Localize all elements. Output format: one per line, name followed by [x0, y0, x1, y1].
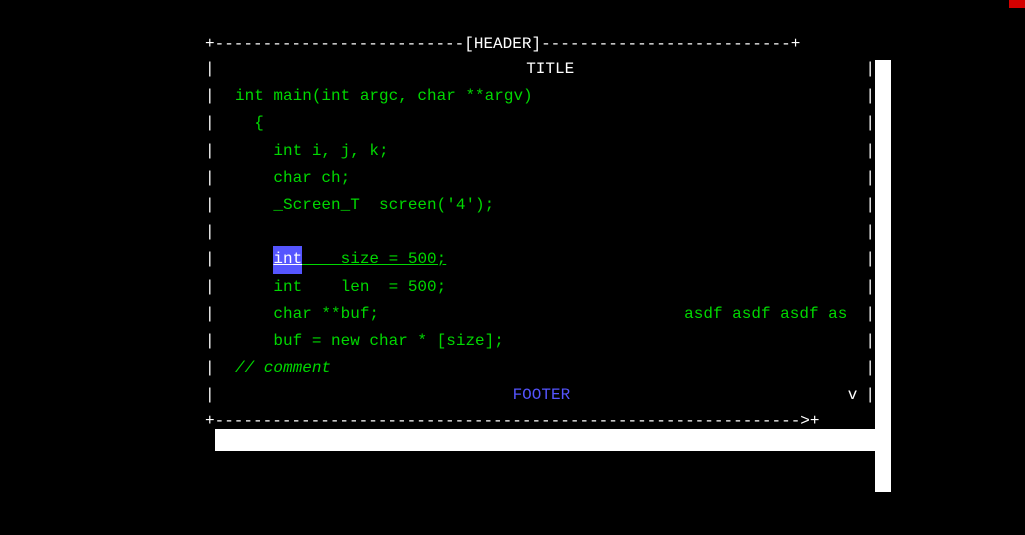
window-shadow-right [875, 60, 891, 492]
title-line: | TITLE | [205, 56, 875, 83]
red-status-indicator [1009, 0, 1025, 8]
terminal-window: +--------------------------[HEADER]-----… [205, 32, 875, 433]
code-line-7[interactable]: | int size = 500; | [205, 246, 875, 273]
code-line-6[interactable]: | | [205, 219, 875, 246]
code-line-11[interactable]: | // comment | [205, 355, 875, 382]
scroll-down-indicator[interactable]: v [848, 382, 866, 409]
footer-line: | FOOTER v | [205, 382, 875, 409]
code-line-5[interactable]: | _Screen_T screen('4'); | [205, 192, 875, 219]
window-footer: FOOTER [235, 382, 848, 409]
code-line-1[interactable]: | int main(int argc, char **argv) | [205, 83, 875, 110]
code-line-9[interactable]: | char **buf;asdf asdf asdf as | [205, 301, 875, 328]
cursor-selection[interactable]: int [273, 246, 302, 273]
code-line-4[interactable]: | char ch; | [205, 165, 875, 192]
window-shadow-bottom [215, 429, 891, 451]
border-top: +--------------------------[HEADER]-----… [205, 32, 875, 56]
window-title: TITLE [235, 56, 865, 83]
code-line-8[interactable]: | int len = 500; | [205, 274, 875, 301]
code-line-10[interactable]: | buf = new char * [size]; | [205, 328, 875, 355]
code-line-3[interactable]: | int i, j, k; | [205, 138, 875, 165]
code-line-2[interactable]: | { | [205, 110, 875, 137]
